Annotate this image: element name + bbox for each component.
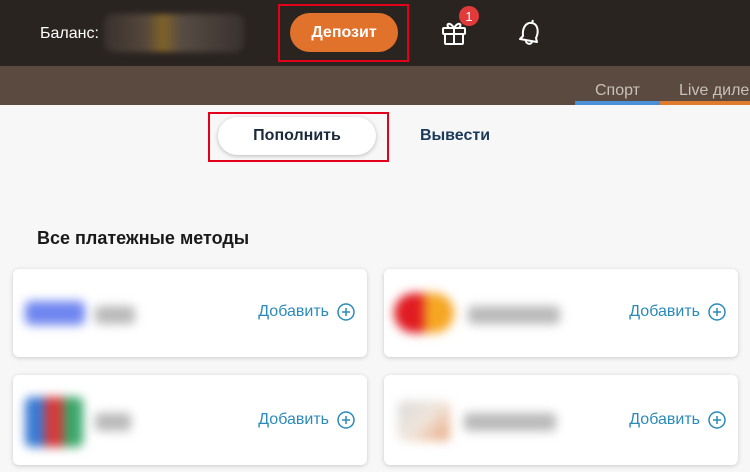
payment-name-blurred (95, 306, 135, 324)
section-title: Все платежные методы (37, 228, 250, 248)
plus-circle-icon (708, 411, 726, 429)
plus-circle-icon (337, 411, 355, 429)
plus-circle-icon (708, 303, 726, 321)
payment-method-card[interactable]: Добавить (13, 269, 367, 357)
balance-value-blurred (104, 14, 244, 52)
payment-name-blurred (95, 413, 131, 431)
payment-method-card[interactable]: Добавить (384, 375, 738, 465)
tab-topup[interactable]: Пополнить (218, 117, 376, 155)
payment-name-blurred (464, 413, 556, 431)
payment-name-blurred (468, 306, 560, 324)
deposit-button[interactable]: Депозит (290, 13, 398, 52)
tab-withdraw[interactable]: Вывести (410, 117, 500, 155)
balance-label: Баланс: (40, 25, 99, 42)
add-method-button[interactable]: Добавить (629, 303, 726, 321)
payment-method-card[interactable]: Добавить (13, 375, 367, 465)
tab-live-dealers[interactable]: Live диле (660, 82, 750, 105)
notification-badge: 1 (459, 6, 479, 26)
plus-circle-icon (337, 303, 355, 321)
add-method-button[interactable]: Добавить (258, 411, 355, 429)
add-label: Добавить (629, 411, 700, 428)
add-method-button[interactable]: Добавить (629, 411, 726, 429)
payment-logo-blurred (394, 293, 454, 333)
tab-sport[interactable]: Спорт (575, 82, 660, 105)
payment-logo-blurred (398, 401, 450, 441)
add-label: Добавить (258, 411, 329, 428)
payment-method-card[interactable]: Добавить (384, 269, 738, 357)
add-method-button[interactable]: Добавить (258, 303, 355, 321)
add-label: Добавить (258, 303, 329, 320)
payment-logo-blurred (25, 301, 85, 325)
add-label: Добавить (629, 303, 700, 320)
payment-logo-blurred (25, 397, 83, 447)
bell-icon[interactable] (514, 16, 546, 48)
